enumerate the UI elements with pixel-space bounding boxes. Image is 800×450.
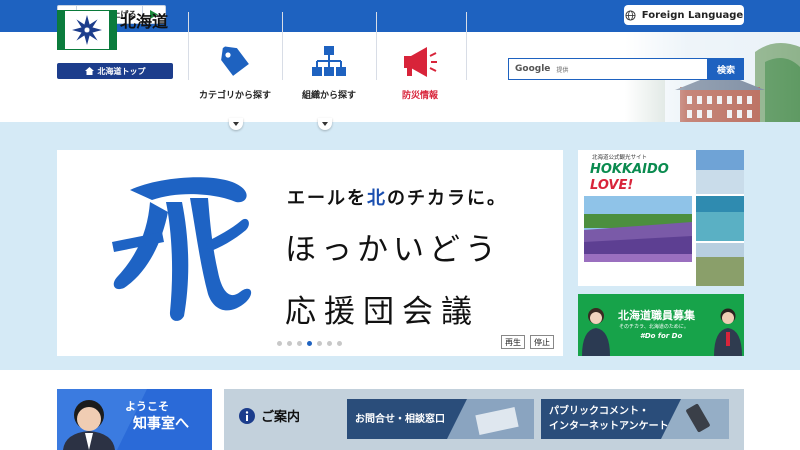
inquiry-contact-label: お問合せ・相談窓口 xyxy=(355,414,445,425)
info-icon xyxy=(239,407,255,424)
public-comment-label: パブリックコメント・ インターネットアンケート xyxy=(549,404,669,434)
nav-disaster-label: 防災情報 xyxy=(401,91,438,101)
nav-disaster-info[interactable]: 防災情報 xyxy=(374,42,466,112)
slider-dot[interactable] xyxy=(277,341,282,346)
home-icon xyxy=(84,67,94,75)
nav-organization[interactable]: 組織から探す xyxy=(283,42,375,112)
promo-kicker: 北海道公式観光サイト xyxy=(592,155,648,161)
foreign-language-label: Foreign Language xyxy=(641,9,744,21)
public-comment-line2: インターネットアンケート xyxy=(549,421,669,432)
slider-dot-active[interactable] xyxy=(307,341,312,346)
nav-divider xyxy=(466,12,467,80)
slide-catch-part3: のチカラに。 xyxy=(387,188,507,209)
site-search: Google 提供 検索 xyxy=(508,58,744,80)
megaphone-icon xyxy=(404,47,437,77)
slide-title-line2: 応援団会議 xyxy=(285,294,480,330)
org-chart-icon xyxy=(312,46,346,76)
recruit-subtitle: そのチカラ、北海道のために。 xyxy=(619,324,689,330)
hokkaido-top-label: 北海道トップ xyxy=(97,66,146,76)
search-input[interactable]: Google 提供 xyxy=(508,58,708,80)
governor-welcome: ようこそ xyxy=(125,400,169,413)
slide-catch-part2: 北 xyxy=(367,188,387,209)
governor-office-label: 知事室へ xyxy=(133,416,189,432)
slider-pagination xyxy=(277,341,342,346)
search-placeholder: 提供 xyxy=(556,66,569,74)
google-label: Google xyxy=(515,64,551,74)
public-comment-button[interactable]: パブリックコメント・ インターネットアンケート xyxy=(541,399,729,439)
hokkaido-love-banner[interactable]: 北海道公式観光サイト HOKKAIDO LOVE! xyxy=(578,150,744,286)
staff-recruitment-banner[interactable]: 北海道職員募集 そのチカラ、北海道のために。 #Do for Do xyxy=(578,294,744,356)
slider-play-button[interactable]: 再生 xyxy=(501,335,525,349)
governor-office-link[interactable]: ようこそ 知事室へ xyxy=(57,389,212,450)
public-comment-line1: パブリックコメント・ xyxy=(549,406,649,417)
guide-title-text: ご案内 xyxy=(261,410,301,425)
snowflake-emblem-icon xyxy=(72,15,102,45)
nav-organization-label: 組織から探す xyxy=(301,91,356,101)
chevron-down-icon xyxy=(322,122,328,126)
slide-catchphrase: エールを北のチカラに。 xyxy=(287,184,507,210)
site-name: 北海道 xyxy=(120,12,169,31)
foreign-language-button[interactable]: Foreign Language xyxy=(624,5,744,25)
globe-icon xyxy=(625,9,636,21)
slider-dot[interactable] xyxy=(327,341,332,346)
hokkaido-logo[interactable] xyxy=(57,10,117,50)
promo-title-love: LOVE! xyxy=(590,178,634,193)
slider-dot[interactable] xyxy=(287,341,292,346)
nav-category[interactable]: カテゴリから探す xyxy=(189,42,281,112)
slide-catch-part1: エールを xyxy=(287,188,367,209)
chevron-down-icon xyxy=(233,122,239,126)
slide-title-line1: ほっかいどう xyxy=(285,232,501,268)
slider-dot[interactable] xyxy=(317,341,322,346)
slider-dot[interactable] xyxy=(297,341,302,346)
guide-title: ご案内 xyxy=(239,406,300,425)
recruit-title: 北海道職員募集 xyxy=(618,309,695,322)
hokkaido-top-button[interactable]: 北海道トップ xyxy=(57,63,173,79)
promo-title-hokkaido: HOKKAIDO xyxy=(590,162,669,177)
tag-icon xyxy=(221,46,249,76)
slider-stop-button[interactable]: 停止 xyxy=(530,335,554,349)
slider-dot[interactable] xyxy=(337,341,342,346)
inquiry-contact-button[interactable]: お問合せ・相談窓口 xyxy=(347,399,534,439)
search-button[interactable]: 検索 xyxy=(708,58,744,80)
kita-calligraphy-logo xyxy=(112,177,252,321)
nav-category-label: カテゴリから探す xyxy=(198,91,271,101)
recruit-hashtag: #Do for Do xyxy=(640,332,683,340)
